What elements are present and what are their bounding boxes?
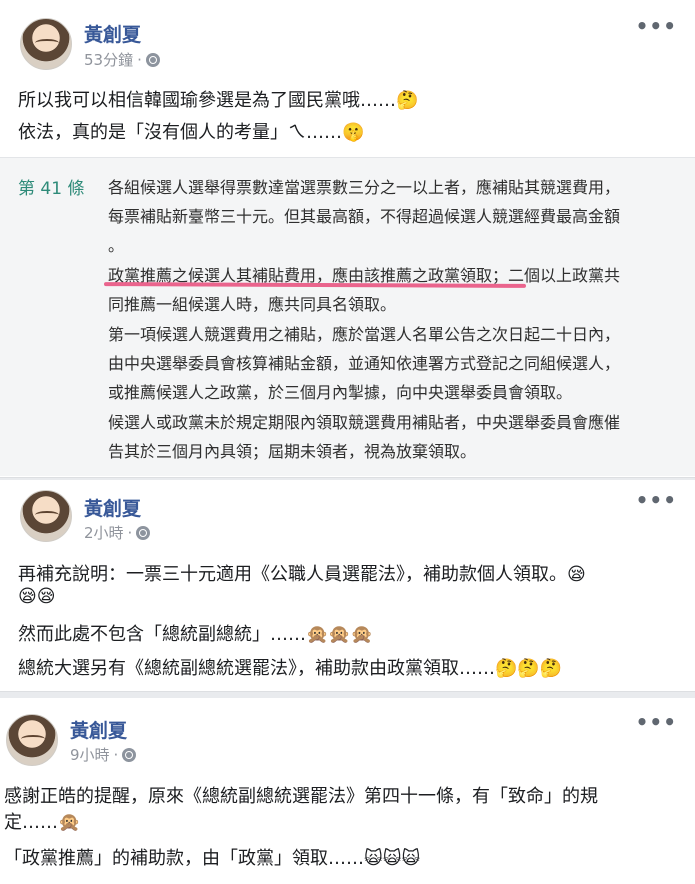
more-options-icon[interactable]: •••	[636, 488, 677, 512]
globe-icon	[145, 52, 160, 67]
post-card-3: 黃創夏 9小時 · ••• 感謝正皓的提醒，原來《總統副總統選罷法》第四十一條，…	[0, 698, 695, 884]
post-card-1: 黃創夏 53分鐘 · ••• 所以我可以相信韓國瑜參選是為了國民黨哦……🤔 依法…	[0, 0, 695, 478]
post-text-line: 再補充說明：一票三十元適用《公職人員選罷法》，補助款個人領取。😪	[18, 564, 586, 585]
post-text-line: 總統大選另有《總統副總統選罷法》，補助款由政黨領取……🤔🤔🤔	[18, 658, 563, 679]
law-line: 。	[108, 236, 125, 255]
avatar[interactable]	[6, 714, 58, 766]
law-line: 各組候選人選舉得票數達當選票數三分之一以上者，應補貼其競選費用，	[108, 178, 621, 197]
post-text-line: 😪😪	[18, 586, 56, 607]
post-text-line: 然而此處不包含「總統副總統」……🙊🙊🙊	[18, 624, 374, 645]
post-text-line: 定……🙊	[4, 812, 81, 833]
author-name[interactable]: 黃創夏	[84, 20, 141, 47]
highlight-underline	[103, 282, 527, 288]
law-line: 由中央選舉委員會核算補貼金額，並通知依連署方式登記之同組候選人，	[108, 354, 621, 373]
author-name[interactable]: 黃創夏	[84, 494, 141, 521]
article-number: 第 41 條	[18, 179, 85, 199]
law-line: 或推薦候選人之政黨，於三個月內掣據，向中央選舉委員會領取。	[108, 383, 573, 402]
law-excerpt-image: 第 41 條 各組候選人選舉得票數達當選票數三分之一以上者，應補貼其競選費用， …	[0, 157, 695, 476]
author-name[interactable]: 黃創夏	[70, 716, 127, 743]
post-meta: 2小時 ·	[84, 522, 151, 543]
more-options-icon[interactable]: •••	[636, 14, 677, 38]
post-meta: 9小時 ·	[70, 744, 137, 765]
globe-icon	[136, 525, 151, 540]
timestamp[interactable]: 2小時	[84, 522, 124, 543]
avatar[interactable]	[20, 490, 72, 542]
post-text-line: 感謝正皓的提醒，原來《總統副總統選罷法》第四十一條，有「致命」的規	[4, 786, 598, 807]
post-text-line: 依法，真的是「沒有個人的考量」ㄟ……🤫	[18, 122, 365, 143]
globe-icon	[122, 747, 137, 762]
post-text-line: 所以我可以相信韓國瑜參選是為了國民黨哦……🤔	[18, 90, 419, 111]
post-card-2: 黃創夏 2小時 · ••• 再補充說明：一票三十元適用《公職人員選罷法》，補助款…	[0, 480, 695, 692]
post-text-line: 「政黨推薦」的補助款，由「政黨」領取……🙀🙀🙀	[4, 848, 421, 869]
timestamp[interactable]: 9小時	[70, 744, 110, 765]
more-options-icon[interactable]: •••	[636, 710, 677, 734]
post-meta: 53分鐘 ·	[84, 49, 160, 70]
law-line: 同推薦一組候選人時，應共同具名領取。	[108, 295, 397, 314]
law-line: 第一項候選人競選費用之補貼，應於當選人名單公告之次日起二十日內，	[108, 325, 621, 344]
timestamp[interactable]: 53分鐘	[84, 49, 133, 70]
law-line: 每票補貼新臺幣三十元。但其最高額，不得超過候選人競選經費最高金額	[108, 207, 621, 226]
law-line: 候選人或政黨未於規定期限內領取競選費用補貼者，中央選舉委員會應催	[108, 413, 621, 432]
law-line: 告其於三個月內具領；屆期未領者，視為放棄領取。	[108, 442, 477, 461]
avatar[interactable]	[20, 18, 72, 70]
